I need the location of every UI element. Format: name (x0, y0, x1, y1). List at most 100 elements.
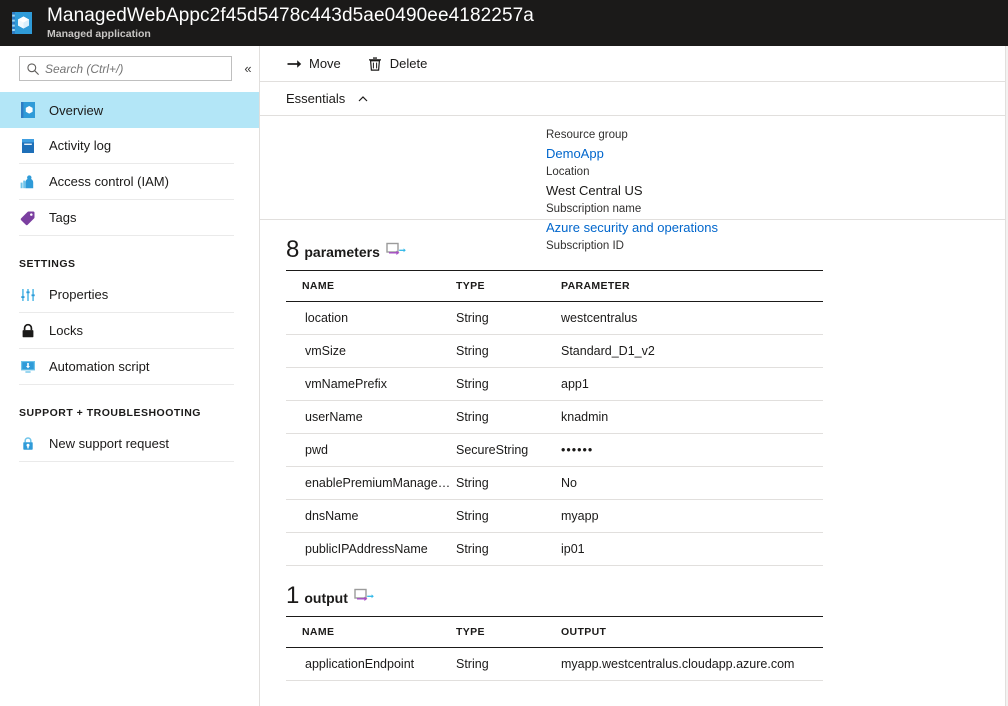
output-section: 1 output NAME TYPE (260, 566, 1008, 681)
essentials-key: Subscription ID (546, 238, 718, 255)
sidebar-primary-list: Overview Activity log (0, 92, 259, 236)
parameter-value: knadmin (561, 401, 823, 434)
essentials-key: Subscription name (546, 201, 718, 218)
parameter-type: SecureString (456, 434, 561, 467)
automation-script-icon (19, 358, 37, 376)
export-template-icon[interactable] (354, 588, 374, 604)
collapse-sidebar-button[interactable]: « (240, 59, 256, 79)
page-subtitle: Managed application (47, 28, 534, 41)
sidebar-item-label: Activity log (49, 138, 111, 153)
search-input[interactable] (45, 62, 225, 76)
tag-icon (19, 209, 37, 227)
output-table: NAME TYPE OUTPUT applicationEndpoint Str… (286, 616, 823, 681)
parameter-value: app1 (561, 368, 823, 401)
parameter-name: location (286, 302, 456, 335)
table-row[interactable]: vmSize String Standard_D1_v2 (286, 335, 823, 368)
sidebar-item-properties[interactable]: Properties (19, 277, 234, 313)
parameter-name: publicIPAddressName (286, 533, 456, 566)
column-header-type: TYPE (456, 271, 561, 302)
sidebar-item-automation-script[interactable]: Automation script (19, 349, 234, 385)
move-button-label: Move (309, 56, 341, 71)
chevron-up-icon (357, 93, 369, 105)
sidebar-item-locks[interactable]: Locks (19, 313, 234, 349)
command-bar: Move Delete (260, 46, 1008, 82)
table-row[interactable]: userName String knadmin (286, 401, 823, 434)
sidebar-item-activity-log[interactable]: Activity log (19, 128, 234, 164)
parameter-name: vmNamePrefix (286, 368, 456, 401)
sidebar-group-settings: Properties Locks (0, 277, 259, 385)
output-value: myapp.westcentralus.cloudapp.azure.com (561, 648, 823, 681)
essentials-panel: Resource group DemoApp Location West Cen… (260, 116, 1008, 220)
parameter-value: myapp (561, 500, 823, 533)
sidebar-group-title-settings: SETTINGS (19, 258, 259, 270)
delete-button-label: Delete (390, 56, 428, 71)
parameters-word: parameters (304, 244, 380, 260)
parameter-value-masked: •••••• (561, 434, 823, 467)
parameter-type: String (456, 302, 561, 335)
resource-group-link[interactable]: DemoApp (546, 144, 718, 163)
table-row[interactable]: publicIPAddressName String ip01 (286, 533, 823, 566)
page-title: ManagedWebAppc2f45d5478c443d5ae0490ee418… (47, 5, 534, 27)
output-word: output (304, 590, 348, 606)
parameter-name: dnsName (286, 500, 456, 533)
lock-icon (19, 322, 37, 340)
activity-log-icon (19, 137, 37, 155)
table-row[interactable]: location String westcentralus (286, 302, 823, 335)
sidebar-item-tags[interactable]: Tags (19, 200, 234, 236)
parameter-name: pwd (286, 434, 456, 467)
sidebar: « Overview (0, 46, 260, 706)
sidebar-group-support: New support request (0, 426, 259, 462)
column-header-name: NAME (286, 271, 456, 302)
sidebar-item-label: Properties (49, 287, 108, 302)
column-header-output: OUTPUT (561, 617, 823, 648)
blade-header: ManagedWebAppc2f45d5478c443d5ae0490ee418… (0, 0, 1008, 46)
column-header-name: NAME (286, 617, 456, 648)
export-template-icon[interactable] (386, 242, 406, 258)
parameter-name: userName (286, 401, 456, 434)
parameters-count: 8 (286, 237, 299, 263)
sidebar-item-label: Locks (49, 323, 83, 338)
trash-icon (367, 56, 383, 72)
parameter-type: String (456, 368, 561, 401)
table-row[interactable]: vmNamePrefix String app1 (286, 368, 823, 401)
azure-portal-blade: ManagedWebAppc2f45d5478c443d5ae0490ee418… (0, 0, 1008, 706)
properties-icon (19, 286, 37, 304)
table-row[interactable]: applicationEndpoint String myapp.westcen… (286, 648, 823, 681)
table-header-row: NAME TYPE OUTPUT (286, 617, 823, 648)
blade-title-group: ManagedWebAppc2f45d5478c443d5ae0490ee418… (47, 0, 534, 46)
sidebar-item-overview[interactable]: Overview (0, 92, 259, 128)
parameter-type: String (456, 500, 561, 533)
parameter-type: String (456, 335, 561, 368)
essentials-label: Essentials (286, 91, 345, 106)
subscription-id-value (546, 255, 718, 274)
table-row[interactable]: pwd SecureString •••••• (286, 434, 823, 467)
output-title: 1 output (286, 583, 1008, 609)
sidebar-group-title-support: SUPPORT + TROUBLESHOOTING (19, 407, 259, 419)
subscription-name-link[interactable]: Azure security and operations (546, 218, 718, 237)
overview-icon (19, 101, 37, 119)
output-type: String (456, 648, 561, 681)
column-header-parameter: PARAMETER (561, 271, 823, 302)
move-button[interactable]: Move (286, 56, 341, 72)
support-request-icon (19, 435, 37, 453)
essentials-key: Resource group (546, 127, 718, 144)
search-box[interactable] (19, 56, 232, 81)
delete-button[interactable]: Delete (367, 56, 428, 72)
table-header-row: NAME TYPE PARAMETER (286, 271, 823, 302)
location-value: West Central US (546, 181, 718, 200)
column-header-type: TYPE (456, 617, 561, 648)
parameters-table: NAME TYPE PARAMETER location String west… (286, 270, 823, 566)
sidebar-search-row: « (0, 46, 259, 81)
table-row[interactable]: dnsName String myapp (286, 500, 823, 533)
essentials-toggle[interactable]: Essentials (260, 82, 1008, 116)
access-control-icon (19, 173, 37, 191)
managed-application-icon (9, 10, 35, 36)
parameter-type: String (456, 533, 561, 566)
table-row[interactable]: enablePremiumManagem… String No (286, 467, 823, 500)
blade-content: Move Delete Essentials (260, 46, 1008, 706)
sidebar-item-label: Tags (49, 210, 76, 225)
sidebar-item-access-control[interactable]: Access control (IAM) (19, 164, 234, 200)
parameter-name: enablePremiumManagem… (286, 467, 456, 500)
sidebar-item-new-support-request[interactable]: New support request (19, 426, 234, 462)
sidebar-item-label: Overview (49, 103, 103, 118)
